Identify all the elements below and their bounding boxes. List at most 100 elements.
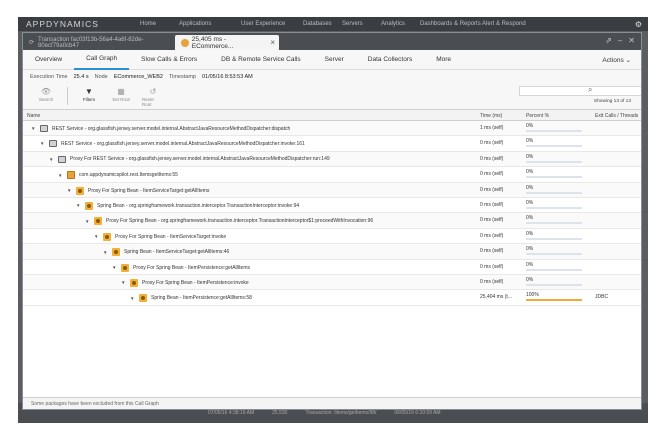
nav-databases[interactable]: Databases [303,21,342,27]
gear-icon[interactable]: ⚙ [635,20,648,29]
tab-data-collectors[interactable]: Data Collectors [356,50,424,70]
row-time: 0 ms (self) [480,140,504,147]
percent-bar [526,237,582,240]
expand-toggle-icon[interactable]: ▼ [49,157,54,162]
close-icon[interactable]: ✕ [628,36,635,45]
row-time: 0 ms (self) [480,217,504,224]
row-time: 1 ms (self) [480,125,504,131]
minimize-icon[interactable]: – [618,36,622,45]
expand-toggle-icon[interactable]: ▼ [40,141,45,146]
chevron-down-icon: ⌄ [625,57,631,64]
exec-time-value: 25.4 s [73,73,89,80]
close-tab-icon[interactable]: × [270,38,279,47]
nav-applications[interactable]: Applications [179,21,241,27]
snapshot-dialog: ⟳ Transaction fac03f13b-56a4-4a6f-82de-8… [22,32,642,410]
expand-toggle-icon[interactable]: ▼ [58,173,63,178]
bean-icon [85,201,93,210]
column-percent[interactable]: Percent % [526,113,549,119]
row-time: 0 ms (self) [480,248,504,255]
nav-user-experience[interactable]: User Experience [241,21,303,27]
expand-toggle-icon[interactable]: ▼ [94,234,99,239]
nav-alert-respond[interactable]: Alert & Respond [482,21,544,27]
row-percent-value: 100% [526,292,539,299]
row-percent: 0% [526,246,584,256]
tab-transaction[interactable]: ⟳ Transaction fac03f13b-56a4-4a6f-82de-8… [23,35,175,50]
tab-call-graph[interactable]: Call Graph [74,50,130,70]
row-percent-value: 0% [526,123,534,129]
expand-toggle-icon[interactable]: ▼ [31,126,36,131]
row-percent-value: 0% [526,169,534,176]
bean-icon [130,278,138,287]
expand-toggle-icon[interactable]: ▼ [121,280,126,285]
tab-transaction-label: Transaction fac03f13b-56a4-4a6f-82de-80e… [38,36,144,49]
call-graph-search-input[interactable]: ⌕ [519,85,641,96]
table-row[interactable]: ▼ Proxy For Spring Bean - ItemServiceTarg… [23,229,641,245]
node-value: ECommerce_WEB2 [113,73,163,80]
row-percent: 100% [526,292,584,302]
percent-bar [526,283,582,286]
row-time: 25,404 ms (t... [480,294,512,301]
table-row[interactable]: ▼ Proxy For Spring Bean - ItemPersistence… [23,260,641,275]
toolbar-divider [67,87,68,105]
column-name[interactable]: Name [27,113,40,119]
row-name: Proxy For Spring Bean - ItemServiceTarge… [88,187,210,194]
table-row[interactable]: ▼ Proxy For Spring Bean - org.springframe… [23,213,641,229]
search-button[interactable]: 👁 Search [35,83,57,102]
expand-toggle-icon[interactable]: ▼ [85,219,90,224]
expand-toggle-icon[interactable]: ▼ [67,188,72,193]
popout-icon[interactable]: ⇗ [605,36,612,45]
tab-db-remote[interactable]: DB & Remote Service Calls [209,50,312,70]
row-exit-call[interactable]: JDBC [595,294,608,300]
column-time[interactable]: Time (ms) [480,113,502,119]
row-name-cell: ▼ Proxy For Spring Bean - ItemServiceTarg… [94,232,226,241]
footer-timestamp-2: 06/05/16 6:10:59 AM [394,410,441,416]
table-row[interactable]: ▼ REST Service - org.glassfish.jersey.ser… [23,136,641,152]
row-percent: 0% [526,123,584,132]
reset-root-button[interactable]: ↺ Reset Root [142,83,164,107]
table-row[interactable]: ▼ Proxy For REST Service - org.glassfish.… [23,151,641,168]
table-row[interactable]: ▼ com.appdynamicspilot.rest.ItemsgetItems… [23,167,641,183]
call-graph-toolbar: 👁 Search ▼ Filters ▦ Set Root ↺ Reset Ro… [23,83,641,109]
filters-button[interactable]: ▼ Filters [78,83,100,102]
table-row[interactable]: ▼ Proxy For Spring Bean - ItemPersistence… [23,274,641,291]
row-name: REST Service - org.glassfish.jersey.serv… [52,125,291,132]
tab-server[interactable]: Server [313,50,356,70]
bean-icon [139,294,147,303]
row-name-cell: ▼ REST Service - org.glassfish.jersey.ser… [40,140,305,148]
row-name: Proxy For Spring Bean - ItemPersistence:… [142,279,249,286]
table-row[interactable]: ▼ Spring Bean - ItemServiceTarget:getAllI… [23,244,641,260]
set-root-button[interactable]: ▦ Set Root [110,83,132,102]
table-row[interactable]: ▼ REST Service - org.glassfish.jersey.ser… [23,121,641,137]
table-header: Name Time (ms) Percent % Exit Calls / Th… [23,109,641,121]
expand-toggle-icon[interactable]: ▼ [76,203,81,208]
bean-icon [112,248,120,257]
expand-toggle-icon[interactable]: ▼ [130,296,135,301]
row-name: Spring Bean - ItemPersistence:getAllItem… [151,295,252,302]
nav-analytics[interactable]: Analytics [381,21,420,27]
nav-dashboards[interactable]: Dashboards & Reports [420,21,482,27]
status-dot-icon [181,38,189,47]
row-name-cell: ▼ com.appdynamicspilot.rest.ItemsgetItems… [58,171,178,180]
column-exit-calls[interactable]: Exit Calls / Threads [595,113,638,119]
table-row[interactable]: ▼ Spring Bean - ItemPersistence:getAllIte… [23,290,641,306]
tab-overview[interactable]: Overview [23,50,74,70]
percent-bar [526,206,582,209]
nav-home[interactable]: Home [140,21,179,27]
expand-toggle-icon[interactable]: ▼ [112,265,117,270]
row-percent-value: 0% [526,215,534,222]
tab-slow-calls[interactable]: Slow Calls & Errors [129,50,209,70]
app-top-bar: APPDYNAMICS Home Applications User Exper… [18,17,648,31]
footer-transaction: Transaction: /items/getItems/98/ [305,410,377,416]
tab-snapshot[interactable]: 25,405 ms - ECommerce... × [175,35,279,50]
service-icon [58,155,66,163]
dialog-titlebar: ⟳ Transaction fac03f13b-56a4-4a6f-82de-8… [23,33,641,50]
expand-toggle-icon[interactable]: ▼ [103,250,108,255]
nav-servers[interactable]: Servers [342,21,381,27]
table-row[interactable]: ▼ Spring Bean - org.springframework.trans… [23,198,641,214]
actions-menu[interactable]: Actions ⌄ [602,56,631,64]
tab-more[interactable]: More [424,50,463,70]
tab-snapshot-label: 25,405 ms - ECommerce... [191,35,234,50]
table-row[interactable]: ▼ Proxy For Spring Bean - ItemServiceTarg… [23,182,641,198]
footer-count: 25,530 [272,410,288,416]
row-name: Spring Bean - org.springframework.transa… [97,202,300,209]
